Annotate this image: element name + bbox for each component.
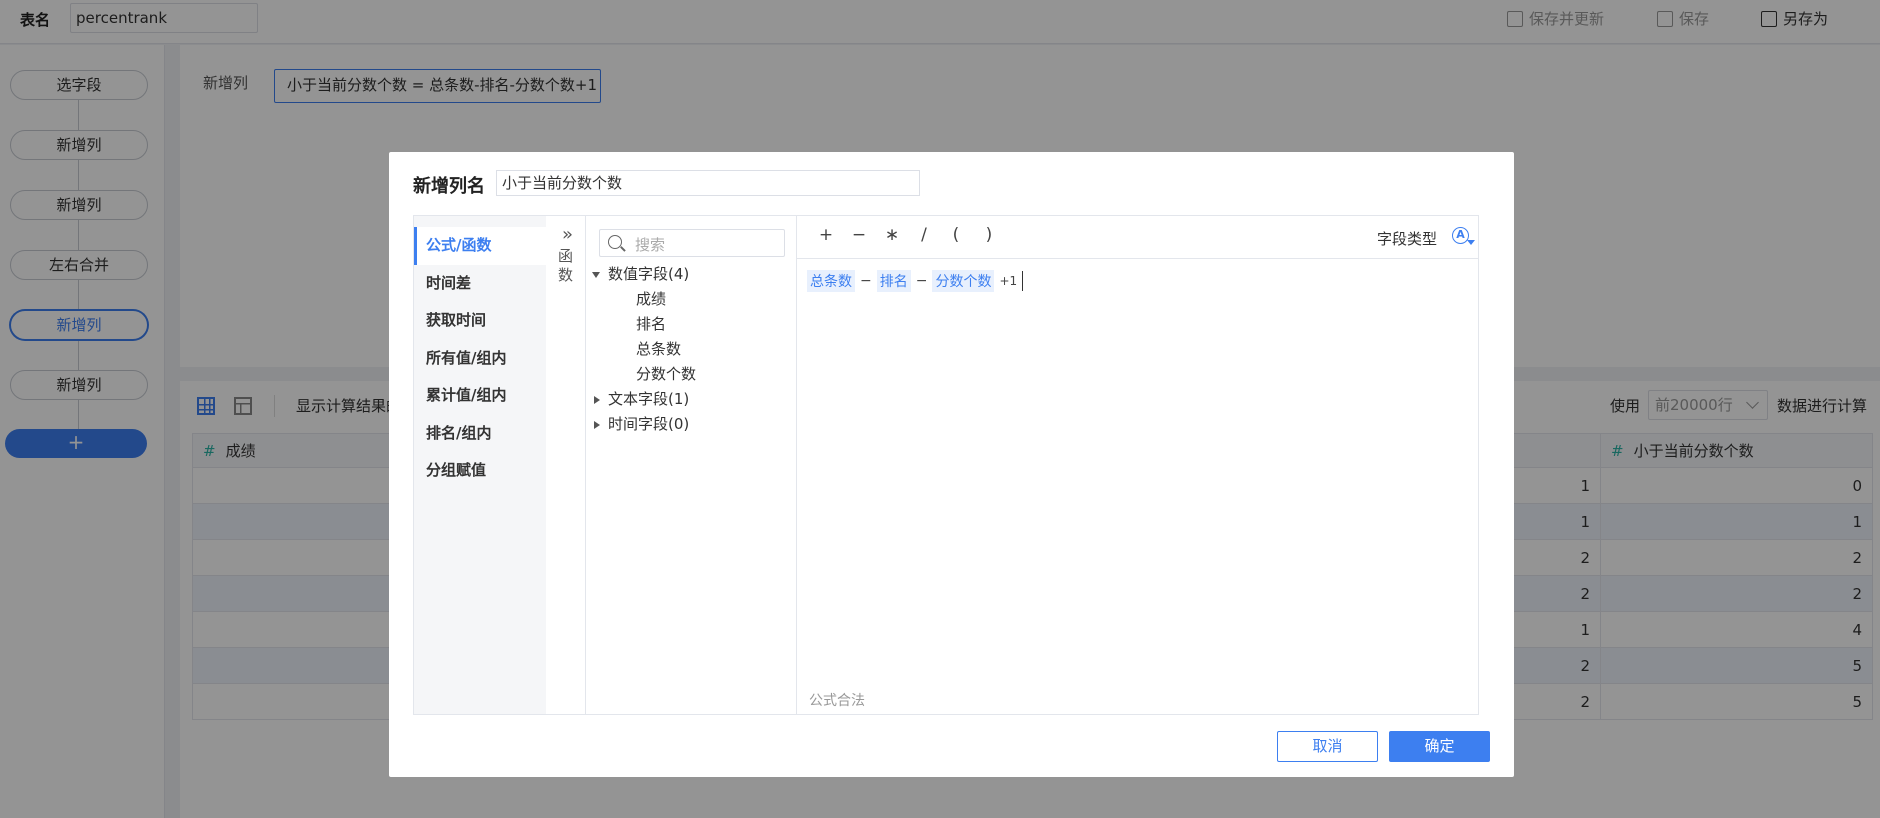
operator-bar: + − ∗ / ( ) 字段类型 A xyxy=(797,216,1478,259)
group-time-fields[interactable]: 时间字段(0) xyxy=(592,413,689,434)
function-label-1: 函 xyxy=(557,247,573,265)
search-placeholder: 搜索 xyxy=(635,236,666,254)
formula-field-chip[interactable]: 排名 xyxy=(876,270,911,292)
caret-down-icon xyxy=(592,271,600,278)
left-paren-button[interactable]: ( xyxy=(946,225,966,245)
double-chevron-right-icon: » xyxy=(561,224,573,245)
caret-right-icon xyxy=(594,395,600,404)
minus-operator-button[interactable]: − xyxy=(849,225,869,245)
category-time-diff[interactable]: 时间差 xyxy=(414,265,546,303)
category-formula[interactable]: 公式/函数 xyxy=(414,227,546,265)
formula-operator: − xyxy=(915,273,928,289)
category-all-values[interactable]: 所有值/组内 xyxy=(414,340,546,378)
text-cursor xyxy=(1022,271,1024,291)
category-list: 公式/函数 时间差 获取时间 所有值/组内 累计值/组内 排名/组内 分组赋值 xyxy=(414,216,546,714)
dialog-body: 公式/函数 时间差 获取时间 所有值/组内 累计值/组内 排名/组内 分组赋值 … xyxy=(413,215,1479,715)
confirm-button[interactable]: 确定 xyxy=(1389,731,1490,762)
field-item[interactable]: 成绩 xyxy=(636,288,666,309)
caret-down-icon[interactable] xyxy=(1467,240,1475,245)
formula-valid-message: 公式合法 xyxy=(809,693,865,709)
column-name-input[interactable]: 小于当前分数个数 xyxy=(496,170,920,196)
multiply-operator-button[interactable]: ∗ xyxy=(882,225,902,245)
formula-editor-pane: + − ∗ / ( ) 字段类型 A 总条数 − 排名 − 分数个数 +1 公式… xyxy=(797,216,1478,714)
field-search-input[interactable]: 搜索 xyxy=(599,229,785,257)
formula-editor[interactable]: 总条数 − 排名 − 分数个数 +1 xyxy=(805,270,1024,292)
category-cumulative[interactable]: 累计值/组内 xyxy=(414,377,546,415)
formula-literal: +1 xyxy=(999,274,1018,288)
formula-field-chip[interactable]: 总条数 xyxy=(807,270,855,292)
group-text-fields[interactable]: 文本字段(1) xyxy=(592,388,689,409)
cancel-button[interactable]: 取消 xyxy=(1277,731,1378,762)
formula-field-chip[interactable]: 分数个数 xyxy=(932,270,995,292)
field-item[interactable]: 排名 xyxy=(636,313,666,334)
plus-operator-button[interactable]: + xyxy=(816,225,836,245)
field-item[interactable]: 分数个数 xyxy=(636,363,696,384)
formula-operator: − xyxy=(860,273,872,289)
field-type-label: 字段类型 xyxy=(1377,230,1438,248)
divide-operator-button[interactable]: / xyxy=(914,225,934,245)
caret-right-icon xyxy=(594,420,600,429)
category-get-time[interactable]: 获取时间 xyxy=(414,302,546,340)
function-panel-toggle[interactable]: » 函 数 xyxy=(546,216,586,714)
category-rank[interactable]: 排名/组内 xyxy=(414,415,546,453)
dialog-title: 新增列名 xyxy=(413,176,485,197)
group-numeric-fields[interactable]: 数值字段(4) xyxy=(592,263,689,284)
function-label-2: 数 xyxy=(557,266,573,284)
new-column-dialog: 新增列名 小于当前分数个数 公式/函数 时间差 获取时间 所有值/组内 累计值/… xyxy=(389,152,1514,777)
search-icon xyxy=(608,235,622,249)
category-group-assign[interactable]: 分组赋值 xyxy=(414,452,546,490)
field-list-pane: 搜索 数值字段(4) 成绩 排名 总条数 分数个数 文本字段(1) 时间字段(0… xyxy=(586,216,797,714)
field-item[interactable]: 总条数 xyxy=(636,338,681,359)
right-paren-button[interactable]: ) xyxy=(979,225,999,245)
